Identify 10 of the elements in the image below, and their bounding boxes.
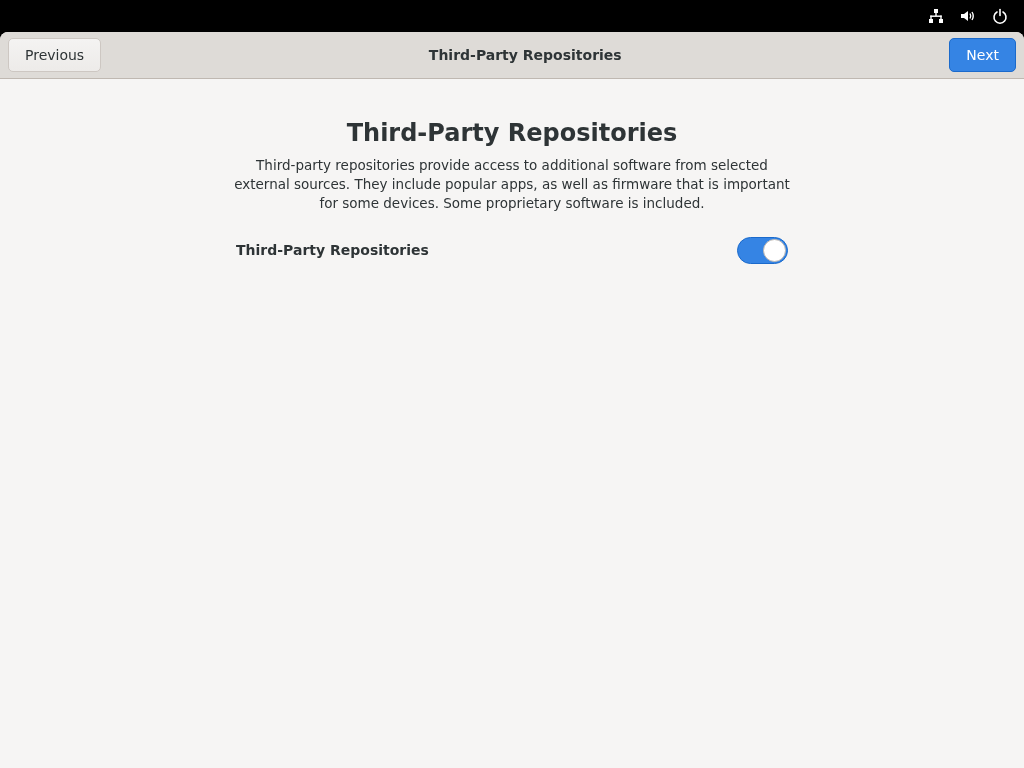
power-icon[interactable] xyxy=(992,8,1008,24)
network-icon[interactable] xyxy=(928,8,944,24)
next-button[interactable]: Next xyxy=(949,38,1016,72)
description-text: Third-party repositories provide access to additional software from selected external sources. They include popular apps, as well as firmware that is important for some devices. Some proprietary software is included. xyxy=(233,155,791,213)
window-title: Third-Party Repositories xyxy=(428,45,622,65)
toggle-switch[interactable] xyxy=(737,236,788,264)
previous-button[interactable]: Previous xyxy=(8,38,102,72)
setting-label: Third-Party Repositories xyxy=(236,240,429,260)
page-heading: Third-Party Repositories xyxy=(346,119,678,148)
volume-icon[interactable] xyxy=(960,8,976,24)
